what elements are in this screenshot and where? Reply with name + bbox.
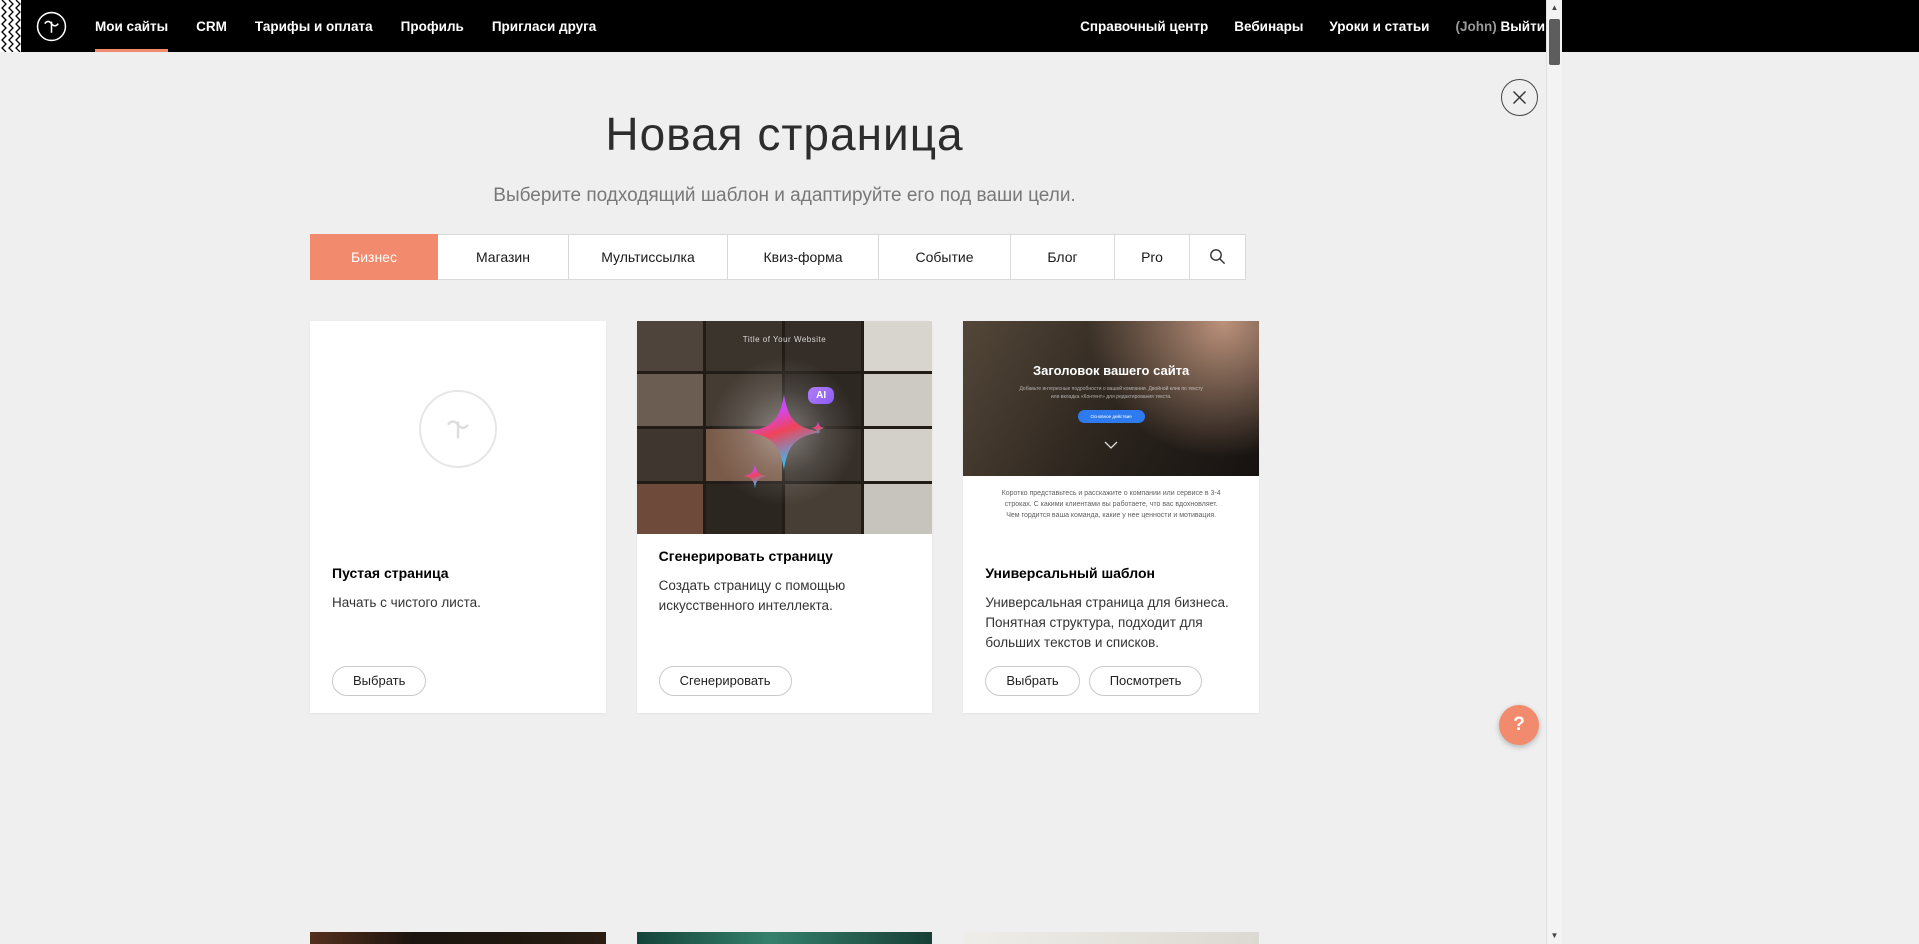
select-universal-button[interactable]: Выбрать — [985, 666, 1079, 696]
template-cover-button: Основное действие — [1078, 410, 1145, 423]
search-icon — [1209, 248, 1226, 265]
template-grid: Пустая страница Начать с чистого листа. … — [310, 321, 1259, 713]
secondary-nav: Справочный центр Вебинары Уроки и статьи… — [1080, 0, 1545, 52]
logout-label: Выйти — [1501, 19, 1546, 34]
template-card-ai-generate[interactable]: Title of Your Website — [637, 321, 933, 713]
nav-tariffs[interactable]: Тарифы и оплата — [241, 0, 387, 52]
search-tab[interactable] — [1189, 234, 1246, 280]
tab-shop[interactable]: Магазин — [437, 234, 569, 280]
main-nav: Мои сайты CRM Тарифы и оплата Профиль Пр… — [81, 0, 610, 52]
template-card-partial[interactable] — [637, 932, 933, 944]
nav-logout[interactable]: (John) Выйти — [1455, 19, 1545, 34]
ai-sparkle-icon — [714, 362, 854, 502]
page-subtitle: Выберите подходящий шаблон и адаптируйте… — [310, 185, 1259, 207]
ai-preview: Title of Your Website — [637, 321, 933, 534]
ai-badge: AI — [808, 387, 834, 404]
template-card-universal[interactable]: Заголовок вашего сайта Добавьте интересн… — [963, 321, 1259, 713]
next-template-row — [310, 932, 1259, 944]
tab-business[interactable]: Бизнес — [310, 234, 438, 280]
card-title: Сгенерировать страницу — [659, 548, 833, 564]
template-card-blank[interactable]: Пустая страница Начать с чистого листа. … — [310, 321, 606, 713]
zigzag-pattern — [0, 0, 21, 52]
page-title: Новая страница — [310, 108, 1259, 161]
tab-event[interactable]: Событие — [878, 234, 1011, 280]
scroll-down-icon[interactable]: ▼ — [1547, 928, 1562, 944]
card-description: Универсальная страница для бизнеса. Поня… — [985, 593, 1237, 654]
tab-quiz-form[interactable]: Квиз-форма — [727, 234, 879, 280]
nav-invite-friend[interactable]: Пригласи друга — [478, 0, 610, 52]
tilda-logo[interactable] — [36, 11, 67, 42]
template-cover-heading: Заголовок вашего сайта — [1033, 363, 1189, 378]
generate-button[interactable]: Сгенерировать — [659, 666, 792, 696]
template-category-tabs: Бизнес Магазин Мультиссылка Квиз-форма С… — [310, 234, 1259, 280]
new-page-modal: Новая страница Выберите подходящий шабло… — [0, 52, 1919, 944]
select-blank-button[interactable]: Выбрать — [332, 666, 426, 696]
nav-lessons[interactable]: Уроки и статьи — [1329, 19, 1429, 34]
blank-preview — [310, 321, 606, 551]
close-icon — [1512, 90, 1527, 105]
template-body-text: Коротко представьтесь и расскажите о ком… — [1001, 489, 1221, 551]
scrollbar-thumb[interactable] — [1549, 19, 1560, 65]
card-title: Универсальный шаблон — [985, 565, 1155, 581]
top-navbar: Мои сайты CRM Тарифы и оплата Профиль Пр… — [0, 0, 1919, 52]
template-cover-subtext: Добавьте интересные подробности о вашей … — [1019, 385, 1204, 401]
view-universal-button[interactable]: Посмотреть — [1089, 666, 1203, 696]
mosaic-title: Title of Your Website — [637, 335, 933, 344]
nav-crm[interactable]: CRM — [182, 0, 241, 52]
tab-pro[interactable]: Pro — [1114, 234, 1190, 280]
template-body-preview: Коротко представьтесь и расскажите о ком… — [963, 476, 1259, 551]
template-card-partial[interactable] — [963, 932, 1259, 944]
tab-multilink[interactable]: Мультиссылка — [568, 234, 728, 280]
nav-help-center[interactable]: Справочный центр — [1080, 19, 1208, 34]
user-name: (John) — [1455, 19, 1496, 34]
nav-webinars[interactable]: Вебинары — [1234, 19, 1303, 34]
card-description: Создать страницу с помощью искусственног… — [659, 576, 911, 617]
help-button[interactable]: ? — [1499, 705, 1539, 745]
tab-blog[interactable]: Блог — [1010, 234, 1115, 280]
nav-my-sites[interactable]: Мои сайты — [81, 0, 182, 52]
template-cover: Заголовок вашего сайта Добавьте интересн… — [963, 321, 1259, 476]
card-title: Пустая страница — [332, 565, 449, 581]
card-description: Начать с чистого листа. — [332, 593, 481, 613]
scroll-up-icon[interactable]: ▲ — [1547, 0, 1562, 16]
close-button[interactable] — [1501, 79, 1538, 116]
tilda-watermark-icon — [419, 390, 497, 468]
chevron-down-icon — [1104, 436, 1118, 454]
nav-profile[interactable]: Профиль — [387, 0, 478, 52]
universal-preview: Заголовок вашего сайта Добавьте интересн… — [963, 321, 1259, 551]
template-card-partial[interactable] — [310, 932, 606, 944]
scrollbar[interactable]: ▲ ▼ — [1546, 0, 1562, 944]
